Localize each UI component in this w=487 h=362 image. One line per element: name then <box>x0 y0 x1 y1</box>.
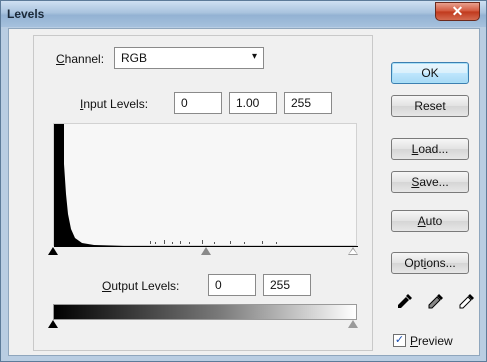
save-button[interactable]: Save... <box>391 171 469 193</box>
input-gamma-field[interactable]: 1.00 <box>229 92 277 114</box>
input-black-field[interactable]: 0 <box>174 92 222 114</box>
input-levels-label: Input Levels: <box>80 97 149 111</box>
channel-select[interactable]: RGB ▾ <box>114 47 264 69</box>
options-button[interactable]: Options... <box>391 252 469 274</box>
preview-label[interactable]: Preview <box>410 334 453 348</box>
close-button[interactable]: ✕ <box>435 2 480 21</box>
title-bar[interactable]: Levels ✕ <box>1 1 486 27</box>
input-black-slider-handle[interactable] <box>48 247 58 255</box>
preview-checkbox[interactable]: ✓ <box>393 334 406 347</box>
output-black-slider-handle[interactable] <box>48 320 58 328</box>
output-white-field[interactable]: 255 <box>263 274 311 296</box>
black-eyedropper-icon[interactable] <box>397 293 413 309</box>
close-icon: ✕ <box>451 3 464 19</box>
reset-button[interactable]: Reset <box>391 95 469 117</box>
gray-eyedropper-icon[interactable] <box>428 293 444 309</box>
chevron-down-icon: ▾ <box>251 51 257 62</box>
output-levels-label: Output Levels: <box>102 279 180 293</box>
levels-dialog: Levels ✕ Channel: RGB ▾ Input Levels: 0 … <box>0 0 487 362</box>
white-eyedropper-icon[interactable] <box>459 293 475 309</box>
output-gradient-bar <box>53 304 357 320</box>
output-white-slider-handle[interactable] <box>348 320 358 328</box>
ok-button[interactable]: OK <box>391 62 469 84</box>
window-title: Levels <box>7 7 45 21</box>
input-white-slider-fill <box>349 249 357 254</box>
checkmark-icon: ✓ <box>394 334 405 346</box>
channel-value: RGB <box>121 51 148 65</box>
output-black-field[interactable]: 0 <box>208 274 256 296</box>
channel-label: Channel: <box>56 52 105 66</box>
histogram <box>53 123 358 247</box>
auto-button[interactable]: Auto <box>391 210 469 232</box>
input-slider[interactable] <box>48 246 358 258</box>
histogram-graph <box>54 124 358 247</box>
load-button[interactable]: Load... <box>391 138 469 160</box>
input-gamma-slider-handle[interactable] <box>201 247 211 255</box>
input-white-field[interactable]: 255 <box>284 92 332 114</box>
